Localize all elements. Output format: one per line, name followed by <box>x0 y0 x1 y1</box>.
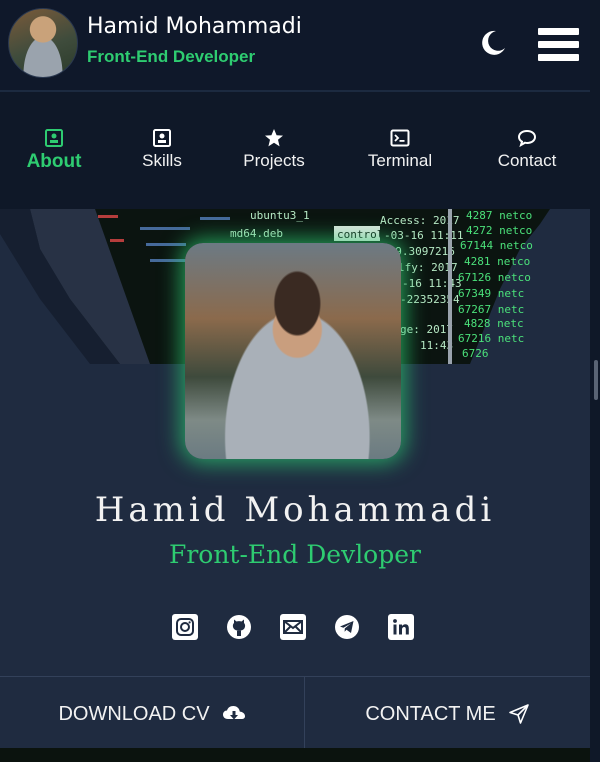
banner-text: 67349 netc <box>458 287 524 300</box>
contact-me-button[interactable]: CONTACT ME <box>305 677 590 751</box>
banner-text: 4828 netc <box>464 317 524 330</box>
banner-text: 67126 netco <box>458 271 531 284</box>
moon-icon <box>482 30 505 55</box>
nav-label: About <box>26 151 82 172</box>
paper-plane-icon <box>508 704 529 724</box>
dark-mode-toggle[interactable] <box>478 28 508 58</box>
instagram-link[interactable] <box>172 614 198 640</box>
star-icon <box>265 129 283 147</box>
profile-role: Front-End Devloper <box>168 540 421 569</box>
email-link[interactable] <box>280 614 306 640</box>
banner-text: ubuntu3_1 <box>250 209 310 222</box>
id-card-icon <box>45 129 63 147</box>
header-role: Front-End Developer <box>87 47 256 66</box>
menu-bar-icon <box>538 28 579 35</box>
contact-me-label: CONTACT ME <box>365 702 496 725</box>
avatar[interactable] <box>8 8 78 78</box>
nav-label: Terminal <box>367 151 433 170</box>
list-card-icon <box>153 129 171 147</box>
menu-bar-icon <box>538 41 579 48</box>
action-divider <box>304 676 305 750</box>
github-icon <box>227 615 251 639</box>
banner-text: md64.deb <box>230 227 283 240</box>
main-nav: About Skills Projects Terminal Contact <box>0 94 600 209</box>
banner-text: 4287 netco <box>466 209 532 222</box>
nav-item-skills[interactable]: Skills <box>138 128 186 171</box>
github-link[interactable] <box>226 614 252 640</box>
bottom-banner-edge <box>0 748 600 762</box>
instagram-icon <box>176 618 194 636</box>
banner-text: 67144 netco <box>460 239 533 252</box>
chat-bubble-icon <box>517 129 537 148</box>
nav-label: Skills <box>142 151 182 170</box>
action-bar: DOWNLOAD CV CONTACT ME <box>0 676 590 750</box>
profile-photo <box>185 243 401 459</box>
email-icon <box>283 620 303 634</box>
profile-name: Hamid Mohammadi <box>94 490 496 530</box>
download-cv-button[interactable]: DOWNLOAD CV <box>0 677 304 751</box>
telegram-link[interactable] <box>334 614 360 640</box>
nav-item-about[interactable]: About <box>24 128 84 173</box>
banner-text: Access: 2017 <box>380 214 459 227</box>
banner-text: control <box>337 228 383 241</box>
app-header: Hamid Mohammadi Front-End Developer <box>0 0 600 92</box>
download-cv-label: DOWNLOAD CV <box>58 702 210 725</box>
banner-text: 6726 <box>462 347 489 360</box>
banner-text: -16 11:43 <box>402 277 462 290</box>
banner-text: 4272 netco <box>466 224 532 237</box>
banner-text: 67267 netc <box>458 303 524 316</box>
terminal-icon <box>390 129 410 147</box>
nav-item-contact[interactable]: Contact <box>494 128 560 171</box>
social-links <box>172 614 422 642</box>
hamburger-menu-button[interactable] <box>538 28 579 62</box>
banner-text: ge: 2017 <box>400 323 453 336</box>
banner-text: 67216 netc <box>458 332 524 345</box>
linkedin-icon <box>393 619 409 635</box>
nav-item-terminal[interactable]: Terminal <box>364 128 436 171</box>
linkedin-link[interactable] <box>388 614 414 640</box>
cloud-download-icon <box>222 706 245 720</box>
banner-text: 4281 netco <box>464 255 530 268</box>
scrollbar-thumb[interactable] <box>594 360 598 400</box>
nav-label: Projects <box>243 151 305 170</box>
nav-label: Contact <box>497 151 557 170</box>
nav-item-projects[interactable]: Projects <box>240 128 308 171</box>
menu-bar-icon <box>538 54 579 61</box>
header-name: Hamid Mohammadi <box>87 14 302 39</box>
telegram-icon <box>335 615 359 639</box>
